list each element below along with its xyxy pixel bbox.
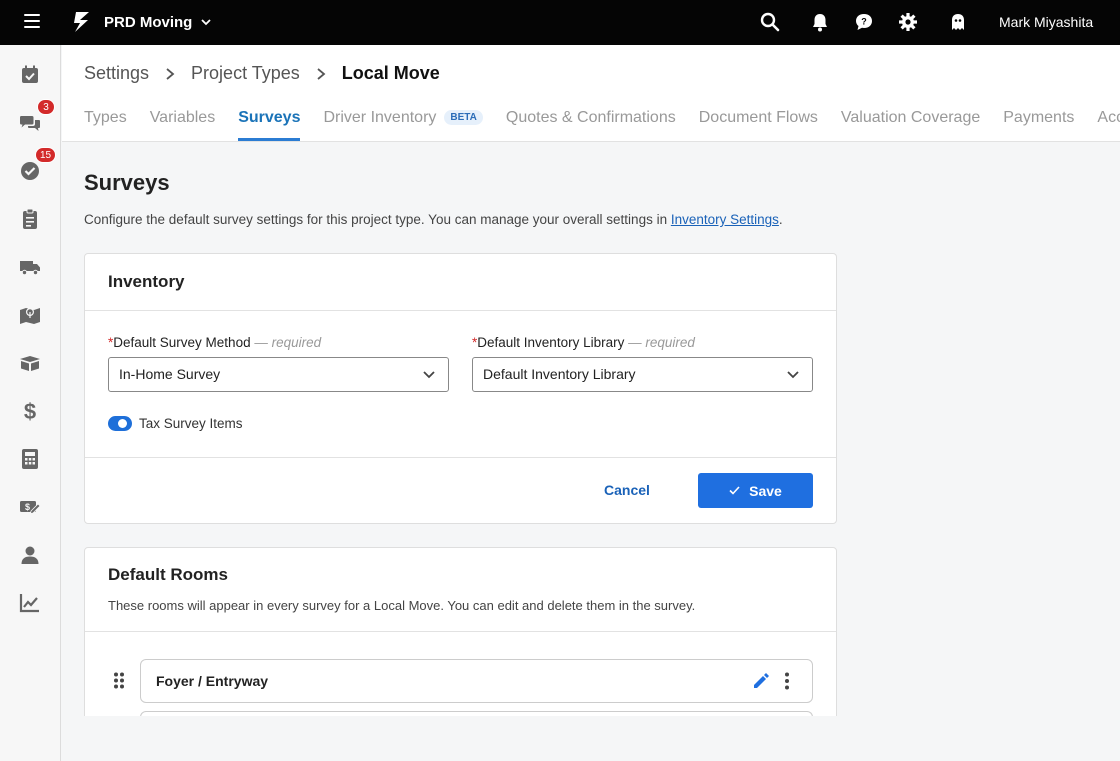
breadcrumb-current: Local Move — [341, 63, 440, 83]
tab-driver-inventory-label: Driver Inventory — [323, 109, 437, 126]
more-vertical-icon[interactable] — [785, 672, 789, 690]
default-rooms-title: Default Rooms — [108, 565, 228, 584]
save-button[interactable]: Save — [698, 473, 813, 508]
breadcrumb: Settings Project Types Local Move — [84, 63, 440, 84]
inventory-card-title: Inventory — [85, 254, 836, 311]
svg-text:$: $ — [24, 399, 36, 423]
divider — [85, 631, 836, 632]
inventory-library-label: *Default Inventory Library — required — [472, 335, 695, 350]
gear-icon[interactable] — [897, 11, 919, 33]
tab-payments[interactable]: Payments — [1003, 109, 1074, 139]
chevron-right-icon — [317, 67, 326, 80]
page-description-end: . — [778, 212, 783, 227]
top-bar: PRD Moving ? Mark Miyashita — [0, 0, 1120, 45]
room-list-item[interactable]: Foyer / Entryway — [140, 659, 813, 703]
boxes-icon[interactable] — [18, 351, 42, 375]
inventory-library-value: Default Inventory Library — [483, 366, 636, 382]
chevron-down-icon — [787, 371, 799, 379]
money-edit-icon[interactable]: $ — [18, 495, 42, 519]
page-header: Settings Project Types Local Move Types … — [62, 45, 1120, 142]
tab-bar: Types Variables Surveys Driver Inventory… — [84, 109, 1120, 141]
check-circle-icon[interactable] — [18, 159, 42, 183]
default-rooms-description: These rooms will appear in every survey … — [108, 598, 696, 613]
main-content: Settings Project Types Local Move Types … — [62, 45, 1120, 761]
svg-text:$: $ — [25, 502, 30, 512]
calculator-icon[interactable] — [18, 447, 42, 471]
breadcrumb-project-types[interactable]: Project Types — [191, 63, 300, 84]
logo-icon — [74, 12, 89, 32]
chat-bubbles-icon[interactable] — [18, 111, 42, 135]
dollar-icon[interactable]: $ — [18, 399, 42, 423]
svg-text:?: ? — [861, 17, 867, 27]
truck-icon[interactable] — [18, 255, 42, 279]
page-bottom — [62, 716, 1120, 761]
user-icon[interactable] — [18, 543, 42, 567]
inventory-library-select[interactable]: Default Inventory Library — [472, 357, 813, 392]
tax-survey-items-label: Tax Survey Items — [139, 416, 243, 431]
map-icon[interactable] — [18, 303, 42, 327]
pencil-icon[interactable] — [752, 672, 770, 690]
tab-valuation-coverage[interactable]: Valuation Coverage — [841, 109, 980, 139]
tab-surveys[interactable]: Surveys — [238, 109, 301, 141]
chevron-right-icon — [166, 67, 175, 80]
tab-driver-inventory[interactable]: Driver Inventory BETA — [323, 109, 483, 139]
ghost-icon[interactable] — [947, 11, 969, 33]
save-button-label: Save — [749, 482, 782, 499]
inventory-library-required: — required — [628, 335, 695, 350]
company-name: PRD Moving — [104, 13, 193, 31]
inventory-card: Inventory *Default Survey Method — requi… — [84, 253, 837, 524]
survey-method-value: In-Home Survey — [119, 366, 221, 382]
breadcrumb-settings[interactable]: Settings — [84, 63, 149, 84]
bell-icon[interactable] — [809, 11, 831, 33]
inventory-library-label-text: Default Inventory Library — [477, 335, 625, 350]
menu-icon[interactable] — [24, 14, 40, 28]
chevron-down-icon — [201, 19, 211, 26]
chat-icon[interactable]: ? — [853, 11, 875, 33]
tab-types[interactable]: Types — [84, 109, 127, 139]
user-menu[interactable]: Mark Miyashita — [999, 14, 1093, 30]
tasks-badge: 15 — [35, 147, 57, 163]
room-name: Foyer / Entryway — [156, 673, 269, 689]
company-switcher[interactable]: PRD Moving — [72, 10, 212, 34]
search-icon[interactable] — [759, 11, 781, 33]
tax-survey-items-toggle[interactable] — [108, 416, 132, 431]
cancel-button[interactable]: Cancel — [604, 482, 650, 498]
survey-method-label-text: Default Survey Method — [113, 335, 251, 350]
divider — [85, 457, 836, 458]
calendar-check-icon[interactable] — [18, 63, 42, 87]
survey-method-select[interactable]: In-Home Survey — [108, 357, 449, 392]
chart-icon[interactable] — [18, 591, 42, 615]
clipboard-icon[interactable] — [18, 207, 42, 231]
page-description-text: Configure the default survey settings fo… — [84, 212, 671, 227]
tab-quotes-confirmations[interactable]: Quotes & Confirmations — [506, 109, 676, 139]
drag-handle-icon[interactable] — [113, 672, 125, 689]
tab-variables[interactable]: Variables — [150, 109, 216, 139]
chevron-down-icon — [423, 371, 435, 379]
sidebar: 3 15 $ $ — [0, 45, 61, 761]
survey-method-label: *Default Survey Method — required — [108, 335, 322, 350]
page-title: Surveys — [84, 170, 170, 195]
beta-badge: BETA — [444, 110, 483, 125]
survey-method-required: — required — [254, 335, 322, 350]
tab-accounting[interactable]: Acc — [1097, 109, 1120, 139]
tab-document-flows[interactable]: Document Flows — [699, 109, 818, 139]
messages-badge: 3 — [37, 99, 55, 115]
check-icon — [729, 486, 740, 495]
inventory-settings-link[interactable]: Inventory Settings — [671, 212, 779, 227]
page-description: Configure the default survey settings fo… — [84, 212, 783, 227]
